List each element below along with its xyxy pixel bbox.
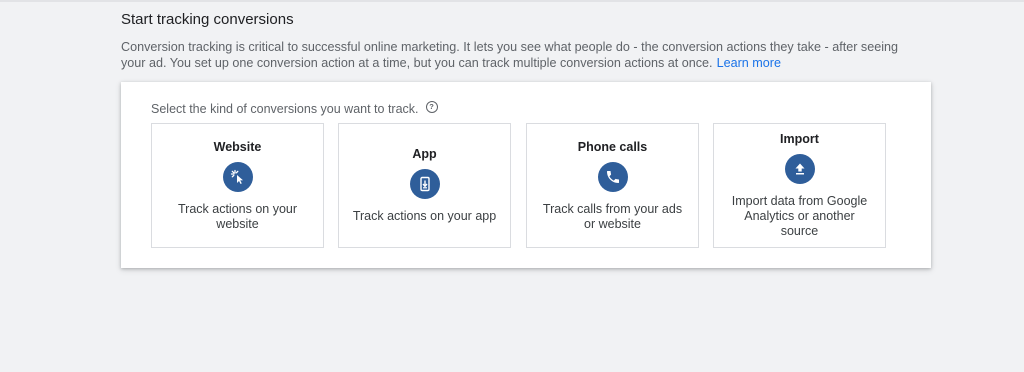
section-description: Conversion tracking is critical to succe…	[121, 40, 921, 71]
conversion-type-panel: Select the kind of conversions you want …	[121, 82, 931, 268]
smartphone-download-icon	[409, 169, 440, 199]
prompt-text: Select the kind of conversions you want …	[151, 102, 419, 116]
website-card[interactable]: Website Track actions on your website	[151, 123, 324, 248]
description-text: Conversion tracking is critical to succe…	[121, 40, 899, 70]
phone-icon	[597, 161, 628, 192]
card-title: Website	[213, 139, 262, 154]
card-title: Phone calls	[577, 139, 648, 154]
top-divider	[0, 0, 1024, 2]
learn-more-link[interactable]: Learn more	[717, 56, 781, 70]
card-description: Track actions on your website	[177, 201, 298, 231]
cursor-click-icon	[222, 161, 253, 192]
card-title: Import	[780, 132, 819, 146]
conversion-type-prompt: Select the kind of conversions you want …	[151, 101, 438, 116]
help-icon[interactable]: ?	[425, 101, 438, 113]
card-description: Track calls from your ads or website	[542, 201, 683, 231]
card-description: Track actions on your app	[352, 209, 497, 223]
card-title: App	[412, 147, 437, 161]
upload-icon	[784, 154, 815, 184]
app-card[interactable]: App Track actions on your app	[338, 123, 511, 248]
page-title: Start tracking conversions	[121, 11, 294, 28]
phone-calls-card[interactable]: Phone calls Track calls from your ads or…	[526, 123, 699, 248]
import-card[interactable]: Import Import data from Google Analytics…	[713, 123, 886, 248]
card-description: Import data from Google Analytics or ano…	[731, 194, 868, 238]
